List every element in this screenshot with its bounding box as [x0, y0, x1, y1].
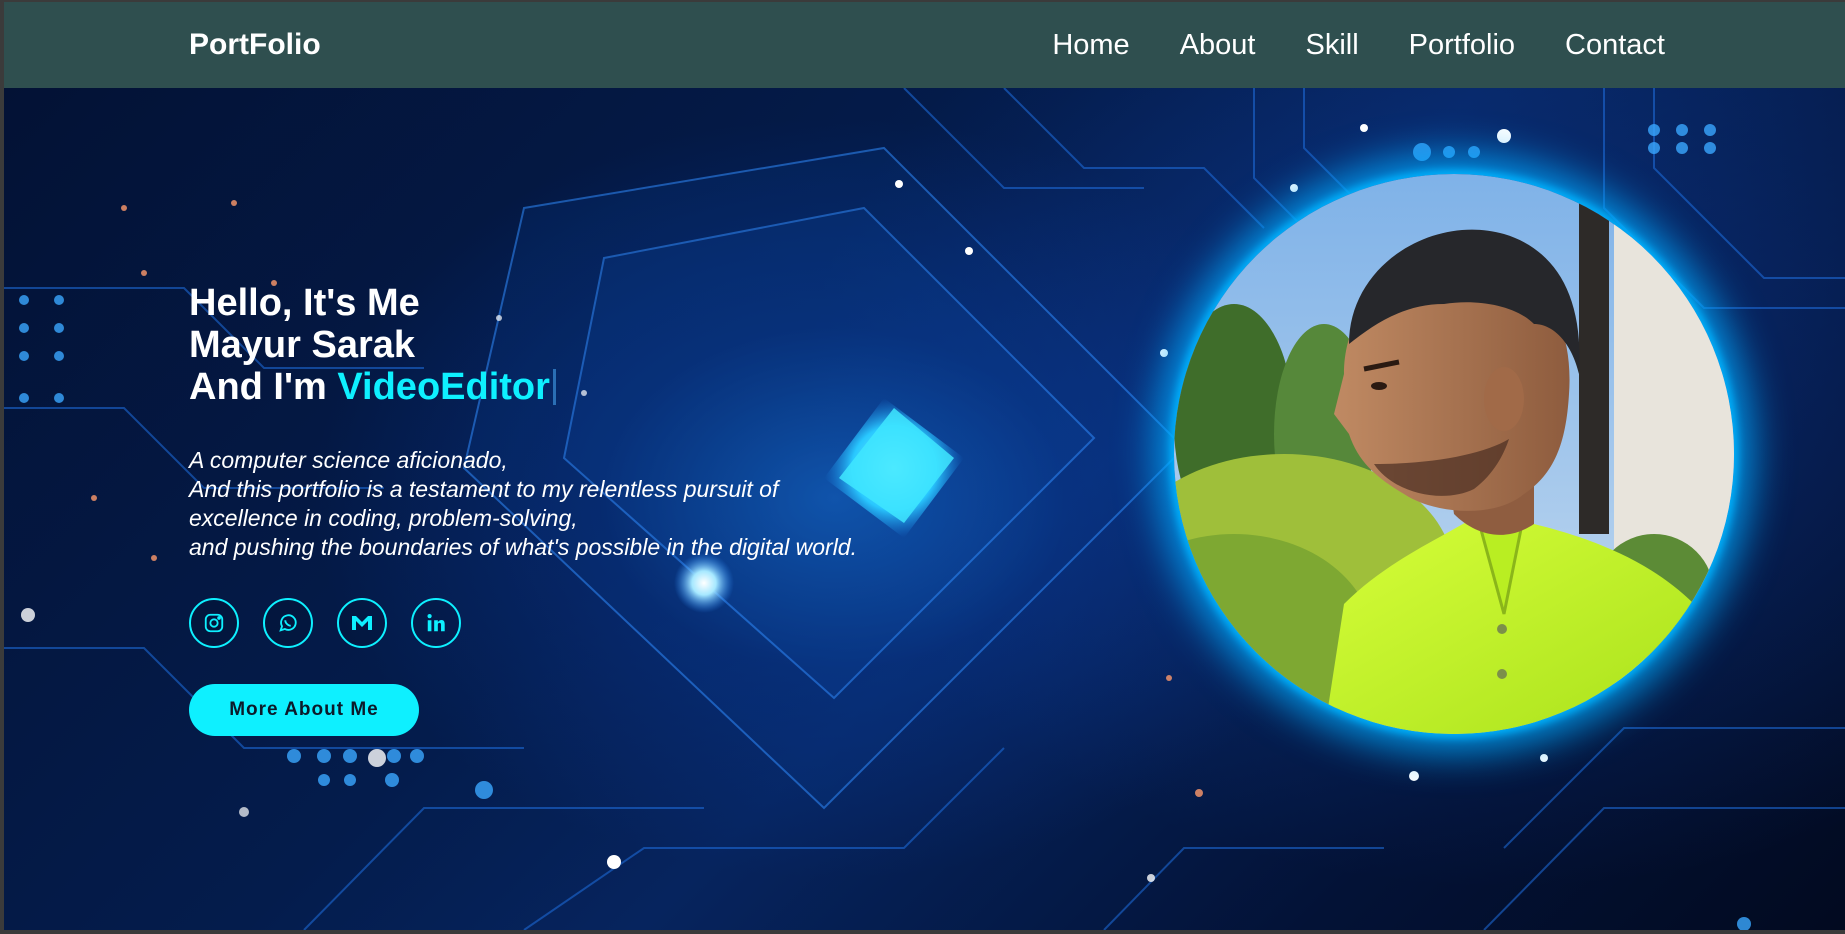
profile-photo [1174, 174, 1734, 734]
navbar: PortFolio Home About Skill Portfolio Con… [4, 2, 1845, 88]
instagram-icon [204, 613, 224, 633]
linkedin-link[interactable] [411, 598, 461, 648]
nav-portfolio-link[interactable]: Portfolio [1409, 28, 1515, 62]
linkedin-icon [427, 614, 445, 632]
gmail-icon [352, 616, 372, 630]
more-about-me-button[interactable]: More About Me [189, 684, 419, 736]
whatsapp-link[interactable] [263, 598, 313, 648]
hero-bio: A computer science aficionado, And this … [189, 446, 857, 562]
hero-name: Mayur Sarak [189, 324, 416, 366]
hero-role-typed: VideoEditor [337, 366, 550, 408]
hero-role-line: And I'm VideoEditor [189, 366, 857, 408]
nav-contact-link[interactable]: Contact [1565, 28, 1665, 62]
site-logo[interactable]: PortFolio [189, 27, 321, 63]
whatsapp-icon [279, 614, 297, 632]
instagram-link[interactable] [189, 598, 239, 648]
nav-skill-link[interactable]: Skill [1305, 28, 1358, 62]
hero-greeting: Hello, It's Me [189, 282, 420, 324]
hero-role-prefix: And I'm [189, 366, 338, 408]
gmail-link[interactable] [337, 598, 387, 648]
nav-about-link[interactable]: About [1180, 28, 1256, 62]
hero-content: Hello, It's Me Mayur Sarak And I'm Video… [189, 282, 857, 736]
typing-cursor [552, 369, 556, 405]
bio-line: and pushing the boundaries of what's pos… [189, 534, 857, 560]
bio-line: excellence in coding, problem-solving, [189, 505, 578, 531]
bio-line: A computer science aficionado, [189, 447, 508, 473]
bio-line: And this portfolio is a testament to my … [189, 476, 779, 502]
nav-home-link[interactable]: Home [1052, 28, 1129, 62]
social-links [189, 598, 857, 648]
browser-viewport: PortFolio Home About Skill Portfolio Con… [4, 2, 1845, 930]
nav-menu: Home About Skill Portfolio Contact [1052, 28, 1665, 62]
